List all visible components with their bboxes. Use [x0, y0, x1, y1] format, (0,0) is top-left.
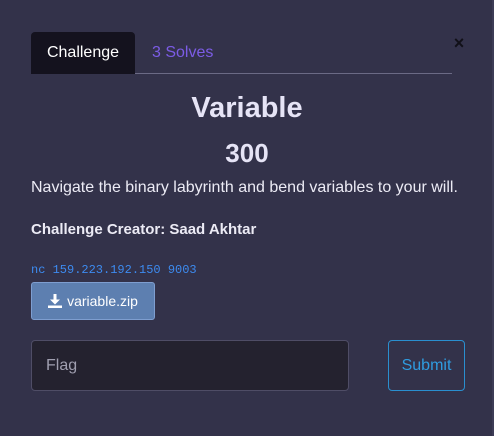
- connection-info: nc 159.223.192.150 9003: [31, 263, 197, 277]
- close-icon[interactable]: ×: [451, 34, 467, 52]
- submit-button[interactable]: Submit: [388, 340, 465, 391]
- download-icon: [48, 294, 63, 308]
- challenge-points: 300: [225, 138, 269, 168]
- download-file-button[interactable]: variable.zip: [31, 282, 155, 320]
- challenge-description: Navigate the binary labyrinth and bend v…: [31, 179, 458, 196]
- flag-input[interactable]: [31, 340, 349, 391]
- tab-solves[interactable]: 3 Solves: [152, 32, 213, 74]
- challenge-modal: Challenge 3 Solves × Variable 300 Naviga…: [0, 0, 494, 436]
- download-file-label: variable.zip: [67, 293, 138, 309]
- tab-bar: Challenge 3 Solves: [31, 32, 452, 74]
- challenge-creator: Challenge Creator: Saad Akhtar: [31, 221, 257, 238]
- challenge-title: Variable: [191, 92, 303, 124]
- tab-challenge[interactable]: Challenge: [31, 32, 135, 74]
